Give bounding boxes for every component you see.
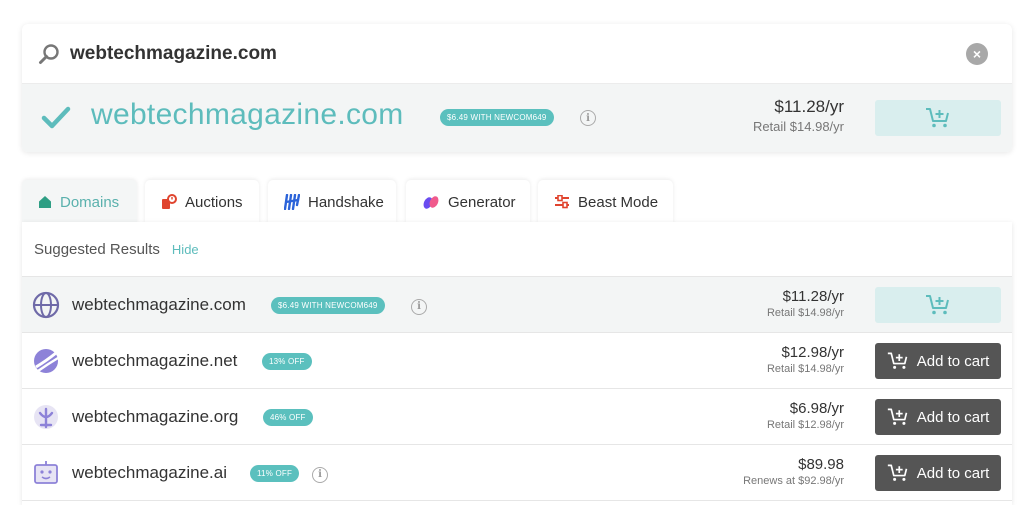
price-column: $6.98/yr Retail $12.98/yr <box>767 400 844 431</box>
org-icon <box>34 405 58 429</box>
net-icon <box>34 349 59 373</box>
tab-generator[interactable]: Generator <box>406 180 530 224</box>
add-to-cart-label: Add to cart <box>916 464 990 482</box>
price-column: $12.98/yr Retail $14.98/yr <box>767 344 844 375</box>
robot-icon <box>34 461 58 484</box>
cart-plus-icon <box>926 295 949 315</box>
close-icon: × <box>972 46 982 62</box>
search-icon <box>39 43 59 64</box>
check-icon <box>41 106 71 129</box>
search-input[interactable] <box>70 42 930 65</box>
renewal-price: Renews at $92.98/yr <box>743 475 844 487</box>
add-to-cart-button[interactable]: Add to cart <box>875 455 1001 491</box>
info-icon[interactable]: i <box>411 298 427 315</box>
cart-plus-icon <box>926 108 949 128</box>
tab-domains[interactable]: Domains <box>22 180 137 224</box>
discount-badge: 46% OFF <box>263 409 313 426</box>
search-bar: × <box>22 24 1012 84</box>
tab-beast-mode[interactable]: Beast Mode <box>538 180 673 224</box>
tab-label: Auctions <box>185 193 243 211</box>
tab-label: Beast Mode <box>578 193 659 211</box>
suggested-header: Suggested Results Hide <box>22 222 1012 277</box>
tab-label: Domains <box>60 193 120 211</box>
price: $11.28/yr <box>774 97 844 116</box>
add-to-cart-button[interactable]: Add to cart <box>875 343 1001 379</box>
result-row: webtechmagazine.com $6.49 WITH NEWCOM649… <box>22 277 1012 333</box>
price-column: $11.28/yr Retail $14.98/yr <box>767 288 844 319</box>
discount-badge: 11% OFF <box>250 465 300 482</box>
handshake-icon <box>284 194 300 210</box>
retail-price: Retail $14.98/yr <box>766 363 844 375</box>
promo-badge: $6.49 WITH NEWCOM649 <box>440 109 554 126</box>
exact-match-result: webtechmagazine.com $6.49 WITH NEWCOM649… <box>22 84 1012 152</box>
discount-badge: 13% OFF <box>262 353 312 370</box>
domain-name: webtechmagazine.org <box>72 407 239 426</box>
domain-name: webtechmagazine.ai <box>72 463 227 482</box>
cart-plus-icon <box>887 408 908 425</box>
price: $89.98 <box>798 456 844 473</box>
price: $11.28/yr <box>782 288 844 305</box>
add-to-cart-button[interactable] <box>875 287 1001 323</box>
tab-label: Generator <box>448 193 516 211</box>
info-icon[interactable]: i <box>580 110 596 126</box>
sliders-icon <box>555 195 569 209</box>
hide-link[interactable]: Hide <box>172 242 199 257</box>
exact-match-price: $11.28/yr Retail $14.98/yr <box>753 97 844 134</box>
promo-badge: $6.49 WITH NEWCOM649 <box>271 297 385 314</box>
retail-price: Retail $14.98/yr <box>752 119 844 134</box>
tab-auctions[interactable]: Auctions <box>145 180 259 224</box>
auction-icon <box>162 194 177 209</box>
tab-handshake[interactable]: Handshake <box>268 180 396 224</box>
add-to-cart-button[interactable] <box>875 100 1001 136</box>
price: $12.98/yr <box>781 344 844 361</box>
add-to-cart-label: Add to cart <box>916 408 990 426</box>
result-row: webtechmagazine.net 13% OFF $12.98/yr Re… <box>22 333 1012 389</box>
result-row: webtechmagazine.org 46% OFF $6.98/yr Ret… <box>22 389 1012 445</box>
home-icon <box>39 196 51 208</box>
results-panel: Suggested Results Hide webtechmagazine.c… <box>22 222 1012 505</box>
clear-search-button[interactable]: × <box>966 43 988 65</box>
retail-price: Retail $12.98/yr <box>766 419 844 431</box>
retail-price: Retail $14.98/yr <box>766 307 844 319</box>
price-column: $89.98 Renews at $92.98/yr <box>743 456 844 487</box>
add-to-cart-label: Add to cart <box>916 352 990 370</box>
tab-label: Handshake <box>308 193 384 211</box>
suggested-title: Suggested Results <box>34 240 160 258</box>
search-card: × webtechmagazine.com $6.49 WITH NEWCOM6… <box>22 24 1012 152</box>
price: $6.98/yr <box>789 400 844 417</box>
domain-name: webtechmagazine.net <box>72 351 238 370</box>
cart-plus-icon <box>887 352 908 369</box>
globe-icon <box>32 291 60 319</box>
cart-plus-icon <box>887 464 908 481</box>
generator-icon <box>423 196 439 209</box>
domain-name: webtechmagazine.com <box>72 295 246 314</box>
exact-match-domain: webtechmagazine.com <box>91 98 404 131</box>
info-icon[interactable]: i <box>312 466 328 483</box>
add-to-cart-button[interactable]: Add to cart <box>875 399 1001 435</box>
result-row: webtechmagazine.ai 11% OFF i $89.98 Rene… <box>22 445 1012 501</box>
